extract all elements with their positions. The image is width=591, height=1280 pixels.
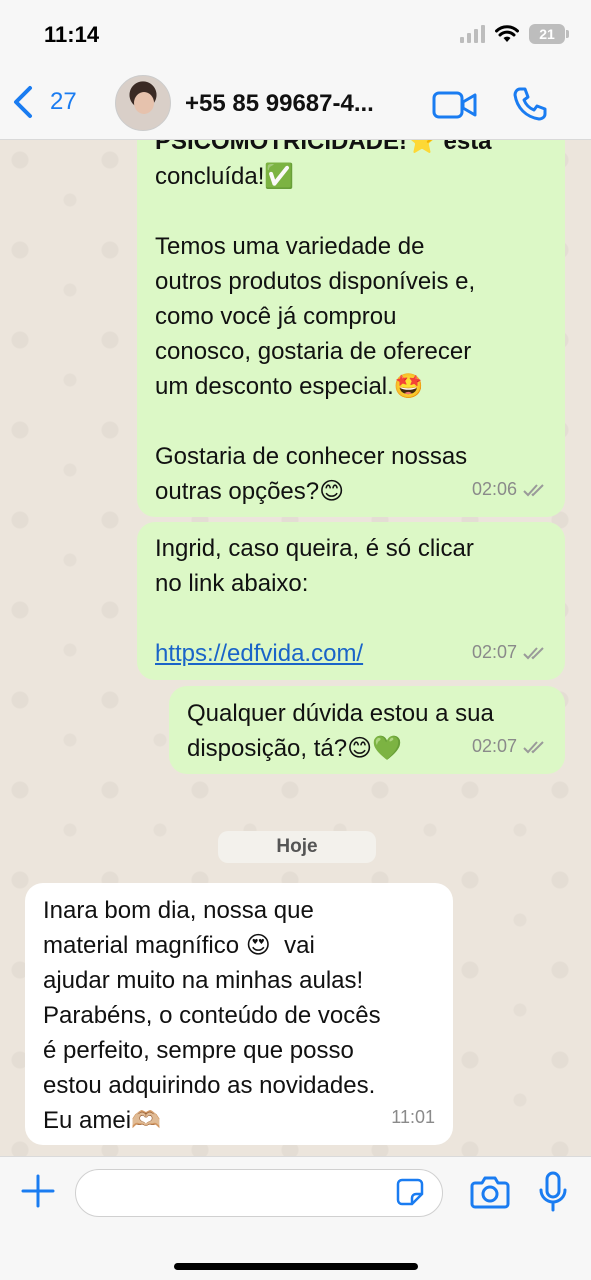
double-check-icon — [523, 483, 544, 496]
message-bubble-outgoing[interactable]: PSICOMOTRICIDADE!⭐ está concluída!✅ Temo… — [137, 140, 565, 517]
message-bubble-outgoing[interactable]: Ingrid, caso queira, é só clicar no link… — [137, 522, 565, 680]
back-button[interactable]: 27 — [12, 84, 77, 120]
phone-call-icon[interactable] — [512, 86, 548, 122]
message-text-body: Temos uma variedade de outros produtos d… — [155, 233, 476, 505]
chat-area[interactable]: PSICOMOTRICIDADE!⭐ está concluída!✅ Temo… — [0, 140, 591, 1156]
message-bubble-outgoing[interactable]: Qualquer dúvida estou a sua disposição, … — [169, 686, 565, 774]
message-time: 11:01 — [391, 1107, 435, 1127]
message-meta: 02:06 — [472, 472, 547, 507]
double-check-icon — [523, 740, 544, 753]
cellular-signal-icon — [460, 25, 485, 43]
battery-icon: 21 — [529, 24, 569, 44]
message-meta: 11:01 — [391, 1100, 435, 1135]
chevron-left-icon — [14, 86, 32, 118]
camera-icon[interactable] — [470, 1175, 510, 1209]
status-icons: 21 — [460, 24, 569, 44]
home-indicator — [174, 1263, 418, 1270]
wifi-icon — [495, 25, 519, 42]
message-text: Ingrid, caso queira, é só clicar no link… — [155, 535, 474, 597]
message-bubble-incoming[interactable]: Inara bom dia, nossa que material magníf… — [25, 883, 453, 1145]
unread-count: 27 — [50, 88, 77, 115]
microphone-icon[interactable] — [538, 1171, 568, 1213]
message-text: PSICOMOTRICIDADE!⭐ está concluída!✅ Temo… — [155, 140, 547, 509]
video-call-icon[interactable] — [432, 90, 478, 120]
message-text: Inara bom dia, nossa que material magníf… — [43, 897, 381, 1134]
message-text-line: concluída!✅ — [155, 163, 295, 190]
sticker-icon[interactable] — [395, 1177, 425, 1207]
chat-header: 27 +55 85 99687-4... — [0, 70, 591, 140]
message-time: 02:07 — [471, 736, 517, 756]
status-time: 11:14 — [44, 22, 100, 47]
date-divider: Hoje — [218, 831, 376, 863]
double-check-icon — [523, 646, 544, 659]
message-meta: 02:07 — [472, 635, 547, 670]
message-time: 02:07 — [471, 642, 517, 662]
message-time: 02:06 — [471, 479, 517, 499]
message-input[interactable] — [75, 1169, 443, 1217]
contact-avatar[interactable] — [115, 75, 171, 131]
message-composer — [0, 1156, 591, 1280]
status-bar: 11:14 21 — [0, 0, 591, 70]
plus-icon[interactable] — [20, 1173, 56, 1209]
message-text-heading: PSICOMOTRICIDADE!⭐ está — [155, 140, 492, 155]
message-meta: 02:07 — [472, 729, 547, 764]
contact-name[interactable]: +55 85 99687-4... — [185, 90, 374, 118]
